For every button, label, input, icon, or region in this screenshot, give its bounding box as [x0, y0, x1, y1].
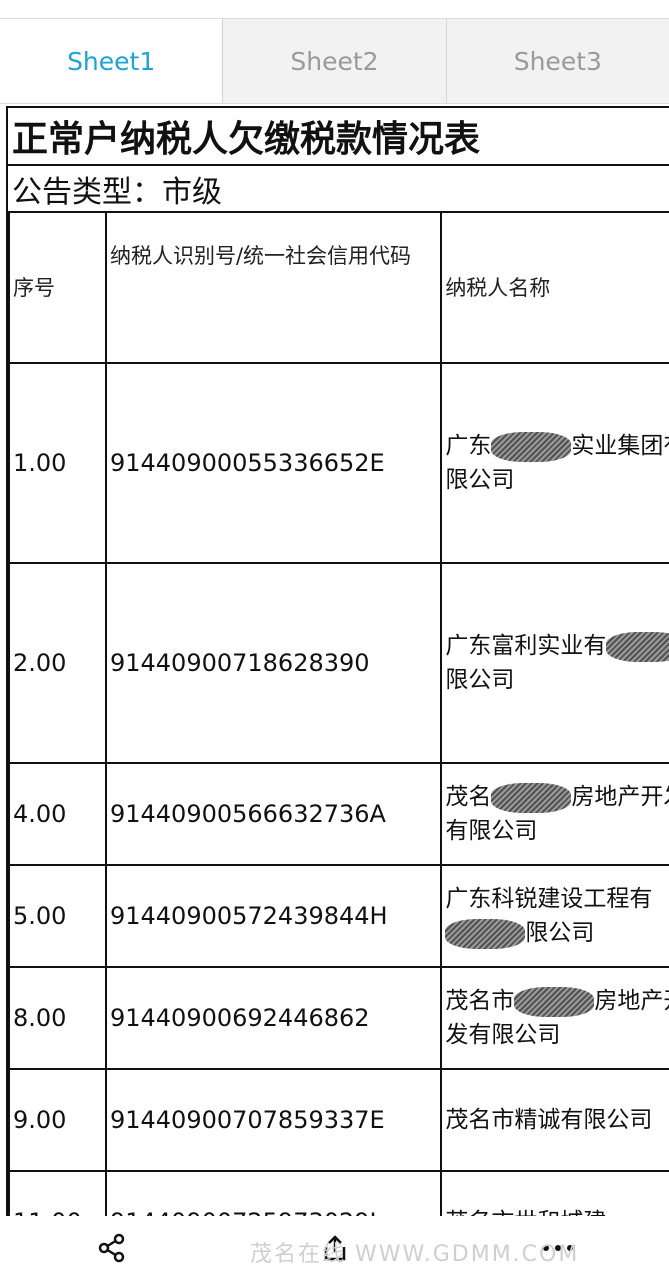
sheet-tabs: Sheet1 Sheet2 Sheet3	[0, 18, 669, 104]
redaction-scribble	[491, 782, 572, 813]
taxpayer-name-tail: 限公司	[445, 667, 515, 693]
cell-taxpayer-id[interactable]: 91440900692446862	[104, 967, 443, 1070]
tab-sheet1[interactable]: Sheet1	[0, 19, 223, 103]
cell-serial[interactable]: 2.00	[8, 563, 107, 764]
tab-sheet3[interactable]: Sheet3	[445, 19, 669, 103]
cell-taxpayer-id[interactable]: 91440900055336652E	[104, 363, 443, 564]
taxpayer-name-tail: 限公司	[525, 920, 595, 946]
status-strip	[0, 0, 669, 18]
header-taxpayer-id[interactable]: 纳税人识别号/统一社会信用代码	[104, 213, 443, 364]
cell-taxpayer-name[interactable]: 茂名房地产开发有限公司	[440, 763, 669, 866]
announcement-type: 公告类型：市级	[8, 166, 669, 213]
redaction-scribble	[491, 431, 572, 462]
cell-taxpayer-id[interactable]: 91440900707859337E	[104, 1069, 443, 1172]
cell-serial[interactable]: 11.00	[8, 1171, 107, 1218]
table-row: 5.00 91440900572439844H 广东科锐建设工程有限公司	[8, 865, 669, 968]
cell-serial[interactable]: 8.00	[8, 967, 107, 1070]
cell-serial[interactable]: 9.00	[8, 1069, 107, 1172]
cell-taxpayer-name[interactable]: 茂名市房地产开发有限公司	[440, 967, 669, 1070]
cell-taxpayer-id[interactable]: 91440900566632736A	[104, 763, 443, 866]
cell-taxpayer-id[interactable]: 91440900572439844H	[104, 865, 443, 968]
tax-arrears-table: 序号 纳税人识别号/统一社会信用代码 纳税人名称 1.00 91440900055…	[8, 213, 669, 1218]
share-nodes-icon	[98, 1233, 124, 1263]
taxpayer-name-part: 茂名	[445, 784, 492, 810]
redaction-scribble	[445, 918, 526, 949]
cell-taxpayer-id[interactable]: 91440900725973029I	[104, 1171, 443, 1218]
header-taxpayer-name[interactable]: 纳税人名称	[440, 213, 669, 364]
redaction-scribble	[606, 631, 669, 662]
share-button[interactable]	[82, 1223, 142, 1273]
table-row: 4.0091440900566632736A茂名房地产开发有限公司	[8, 763, 669, 866]
taxpayer-name-part: 茂名市	[445, 988, 515, 1014]
upload-share-icon	[324, 1235, 345, 1261]
table-row: 1.0091440900055336652E广东实业集团有限公司	[8, 363, 669, 564]
taxpayer-name-part: 茂名市精诚有限公司	[445, 1107, 653, 1133]
sheet-title: 正常户纳税人欠缴税款情况表	[8, 108, 669, 166]
export-button[interactable]	[305, 1223, 365, 1273]
cell-taxpayer-name[interactable]: 茂名市世和城建	[440, 1171, 669, 1218]
bottom-toolbar	[0, 1216, 669, 1280]
cell-taxpayer-name[interactable]: 广东富利实业有限公司	[440, 563, 669, 764]
cell-serial[interactable]: 1.00	[8, 363, 107, 564]
cell-taxpayer-id[interactable]: 91440900718628390	[104, 563, 443, 764]
cell-taxpayer-name[interactable]: 广东实业集团有限公司	[440, 363, 669, 564]
taxpayer-name-part: 广东科锐建设工程有	[445, 886, 653, 912]
tab-sheet2[interactable]: Sheet2	[222, 19, 446, 103]
cell-taxpayer-name[interactable]: 茂名市精诚有限公司	[440, 1069, 669, 1172]
more-dots-icon	[542, 1245, 573, 1251]
table-row: 9.00 91440900707859337E 茂名市精诚有限公司	[8, 1069, 669, 1172]
table-header-row: 序号 纳税人识别号/统一社会信用代码 纳税人名称	[8, 213, 669, 364]
redaction-scribble	[514, 986, 595, 1017]
cell-serial[interactable]: 5.00	[8, 865, 107, 968]
cell-taxpayer-name[interactable]: 广东科锐建设工程有限公司	[440, 865, 669, 968]
table-row: 8.0091440900692446862茂名市房地产开发有限公司	[8, 967, 669, 1070]
table-row: 11.0091440900725973029I茂名市世和城建	[8, 1171, 669, 1218]
cell-serial[interactable]: 4.00	[8, 763, 107, 866]
more-button[interactable]	[528, 1223, 588, 1273]
taxpayer-name-part: 广东	[445, 433, 492, 459]
table-row: 2.00 91440900718628390 广东富利实业有限公司	[8, 563, 669, 764]
spreadsheet-view[interactable]: 正常户纳税人欠缴税款情况表 公告类型：市级 序号 纳税人识别号/统一社会信用代码…	[6, 106, 669, 1218]
taxpayer-name-part: 广东富利实业有	[445, 633, 607, 659]
header-serial[interactable]: 序号	[8, 213, 107, 364]
